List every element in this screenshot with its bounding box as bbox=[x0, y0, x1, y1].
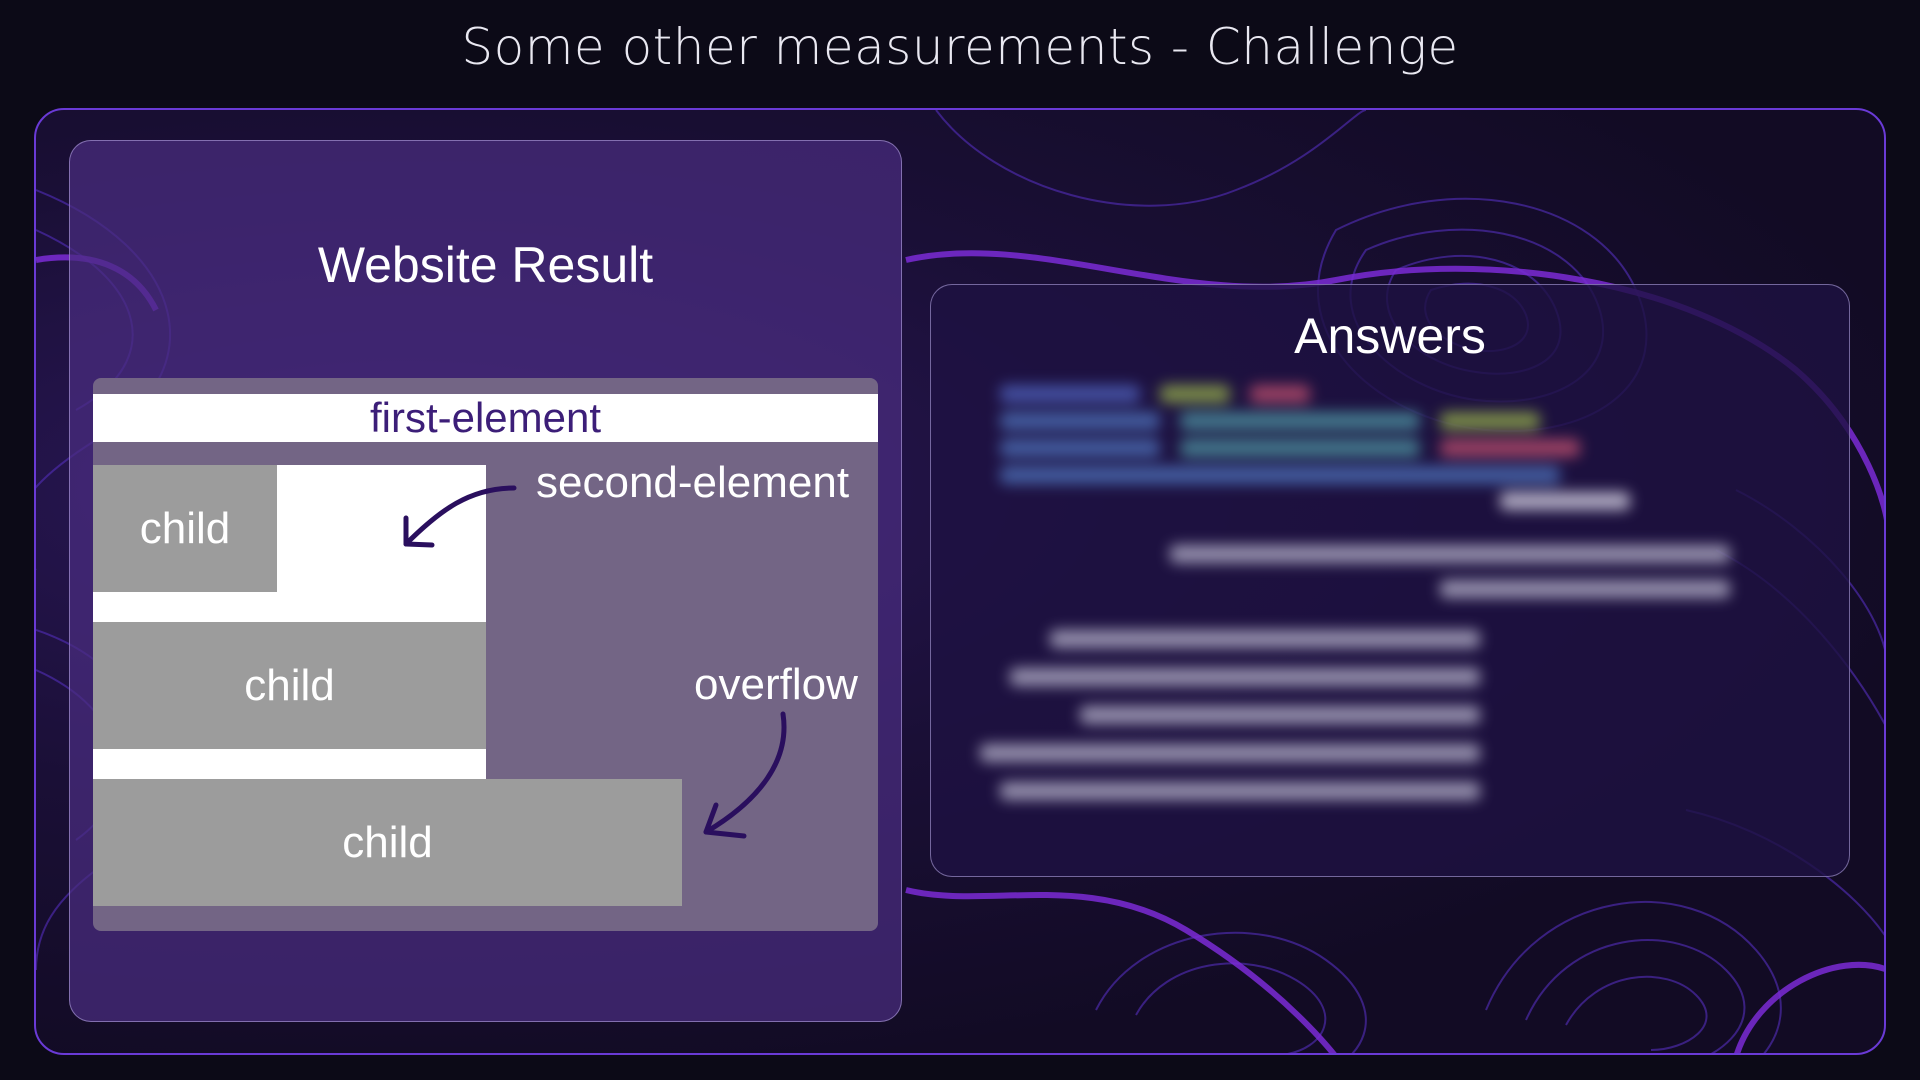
slide-title: Some other measurements - Challenge bbox=[461, 18, 1459, 76]
child-box-1: child bbox=[93, 465, 277, 592]
first-element-box: first-element bbox=[93, 394, 878, 442]
child-box-3: child bbox=[93, 779, 682, 906]
website-result-title: Website Result bbox=[317, 237, 654, 293]
second-element-annotation: second-element bbox=[536, 458, 850, 507]
answers-title: Answers bbox=[1294, 308, 1486, 364]
overflow-annotation: overflow bbox=[694, 660, 858, 709]
child-box-2: child bbox=[93, 622, 486, 749]
blurred-answer-content bbox=[960, 370, 1800, 850]
